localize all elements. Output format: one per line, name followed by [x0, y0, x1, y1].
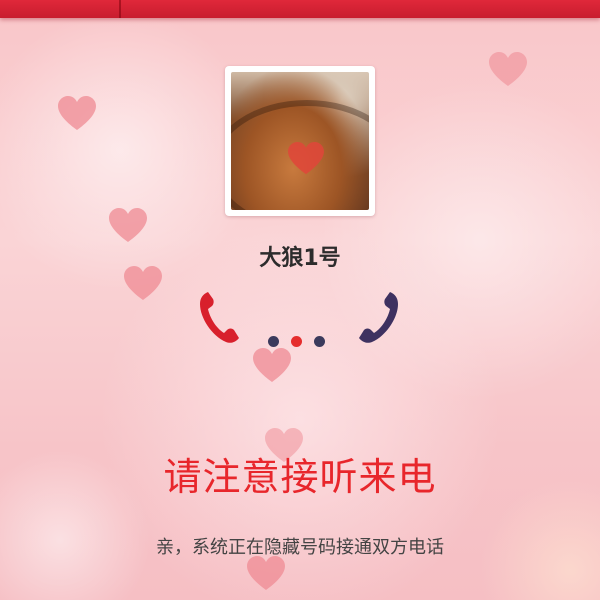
phone-icon: [356, 290, 400, 344]
avatar-image: [231, 72, 369, 210]
connecting-message: 亲，系统正在隐藏号码接通双方电话: [156, 537, 444, 558]
heart-icon: [108, 208, 148, 244]
top-bar-divider: [119, 0, 121, 18]
caller-name: 大狼1号: [259, 246, 341, 271]
top-bar: [0, 0, 600, 18]
heart-icon: [488, 52, 528, 88]
connecting-dot: [314, 336, 325, 347]
phone-icon: [198, 290, 242, 344]
incoming-call-headline: 请注意接听来电: [163, 455, 437, 499]
heart-icon: [57, 96, 97, 132]
heart-icon: [252, 348, 292, 384]
connecting-dot: [291, 336, 302, 347]
heart-icon: [287, 142, 325, 176]
caller-avatar: [225, 66, 375, 216]
connecting-dot: [268, 336, 279, 347]
heart-icon: [246, 556, 286, 592]
